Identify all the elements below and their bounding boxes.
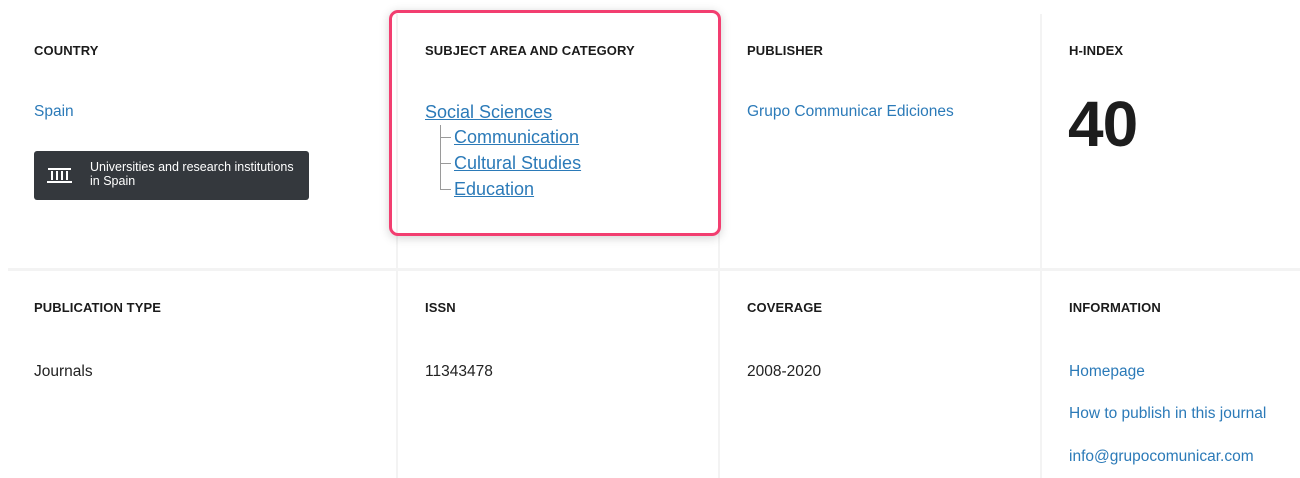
column-divider-3 xyxy=(1040,14,1042,478)
how-to-publish-link[interactable]: How to publish in this journal xyxy=(1069,405,1266,423)
institutions-badge[interactable]: Universities and research institutions i… xyxy=(34,151,309,200)
hindex-value: 40 xyxy=(1068,88,1138,160)
homepage-link[interactable]: Homepage xyxy=(1069,363,1145,381)
institutions-badge-label: Universities and research institutions i… xyxy=(90,160,294,188)
subject-highlight-box xyxy=(389,10,721,236)
row-divider xyxy=(8,268,1300,271)
coverage-heading: COVERAGE xyxy=(747,300,823,315)
coverage-value: 2008-2020 xyxy=(747,363,822,380)
email-link[interactable]: info@grupocomunicar.com xyxy=(1069,448,1254,466)
publication-type-value: Journals xyxy=(34,363,93,380)
publisher-link[interactable]: Grupo Communicar Ediciones xyxy=(747,103,954,121)
publication-type-heading: PUBLICATION TYPE xyxy=(34,300,162,315)
country-heading: COUNTRY xyxy=(34,43,99,58)
country-link[interactable]: Spain xyxy=(34,103,74,121)
hindex-heading: H-INDEX xyxy=(1069,43,1124,58)
institution-icon xyxy=(47,168,72,185)
publisher-heading: PUBLISHER xyxy=(747,43,824,58)
issn-heading: ISSN xyxy=(425,300,456,315)
issn-value: 11343478 xyxy=(425,363,493,380)
information-heading: INFORMATION xyxy=(1069,300,1161,315)
